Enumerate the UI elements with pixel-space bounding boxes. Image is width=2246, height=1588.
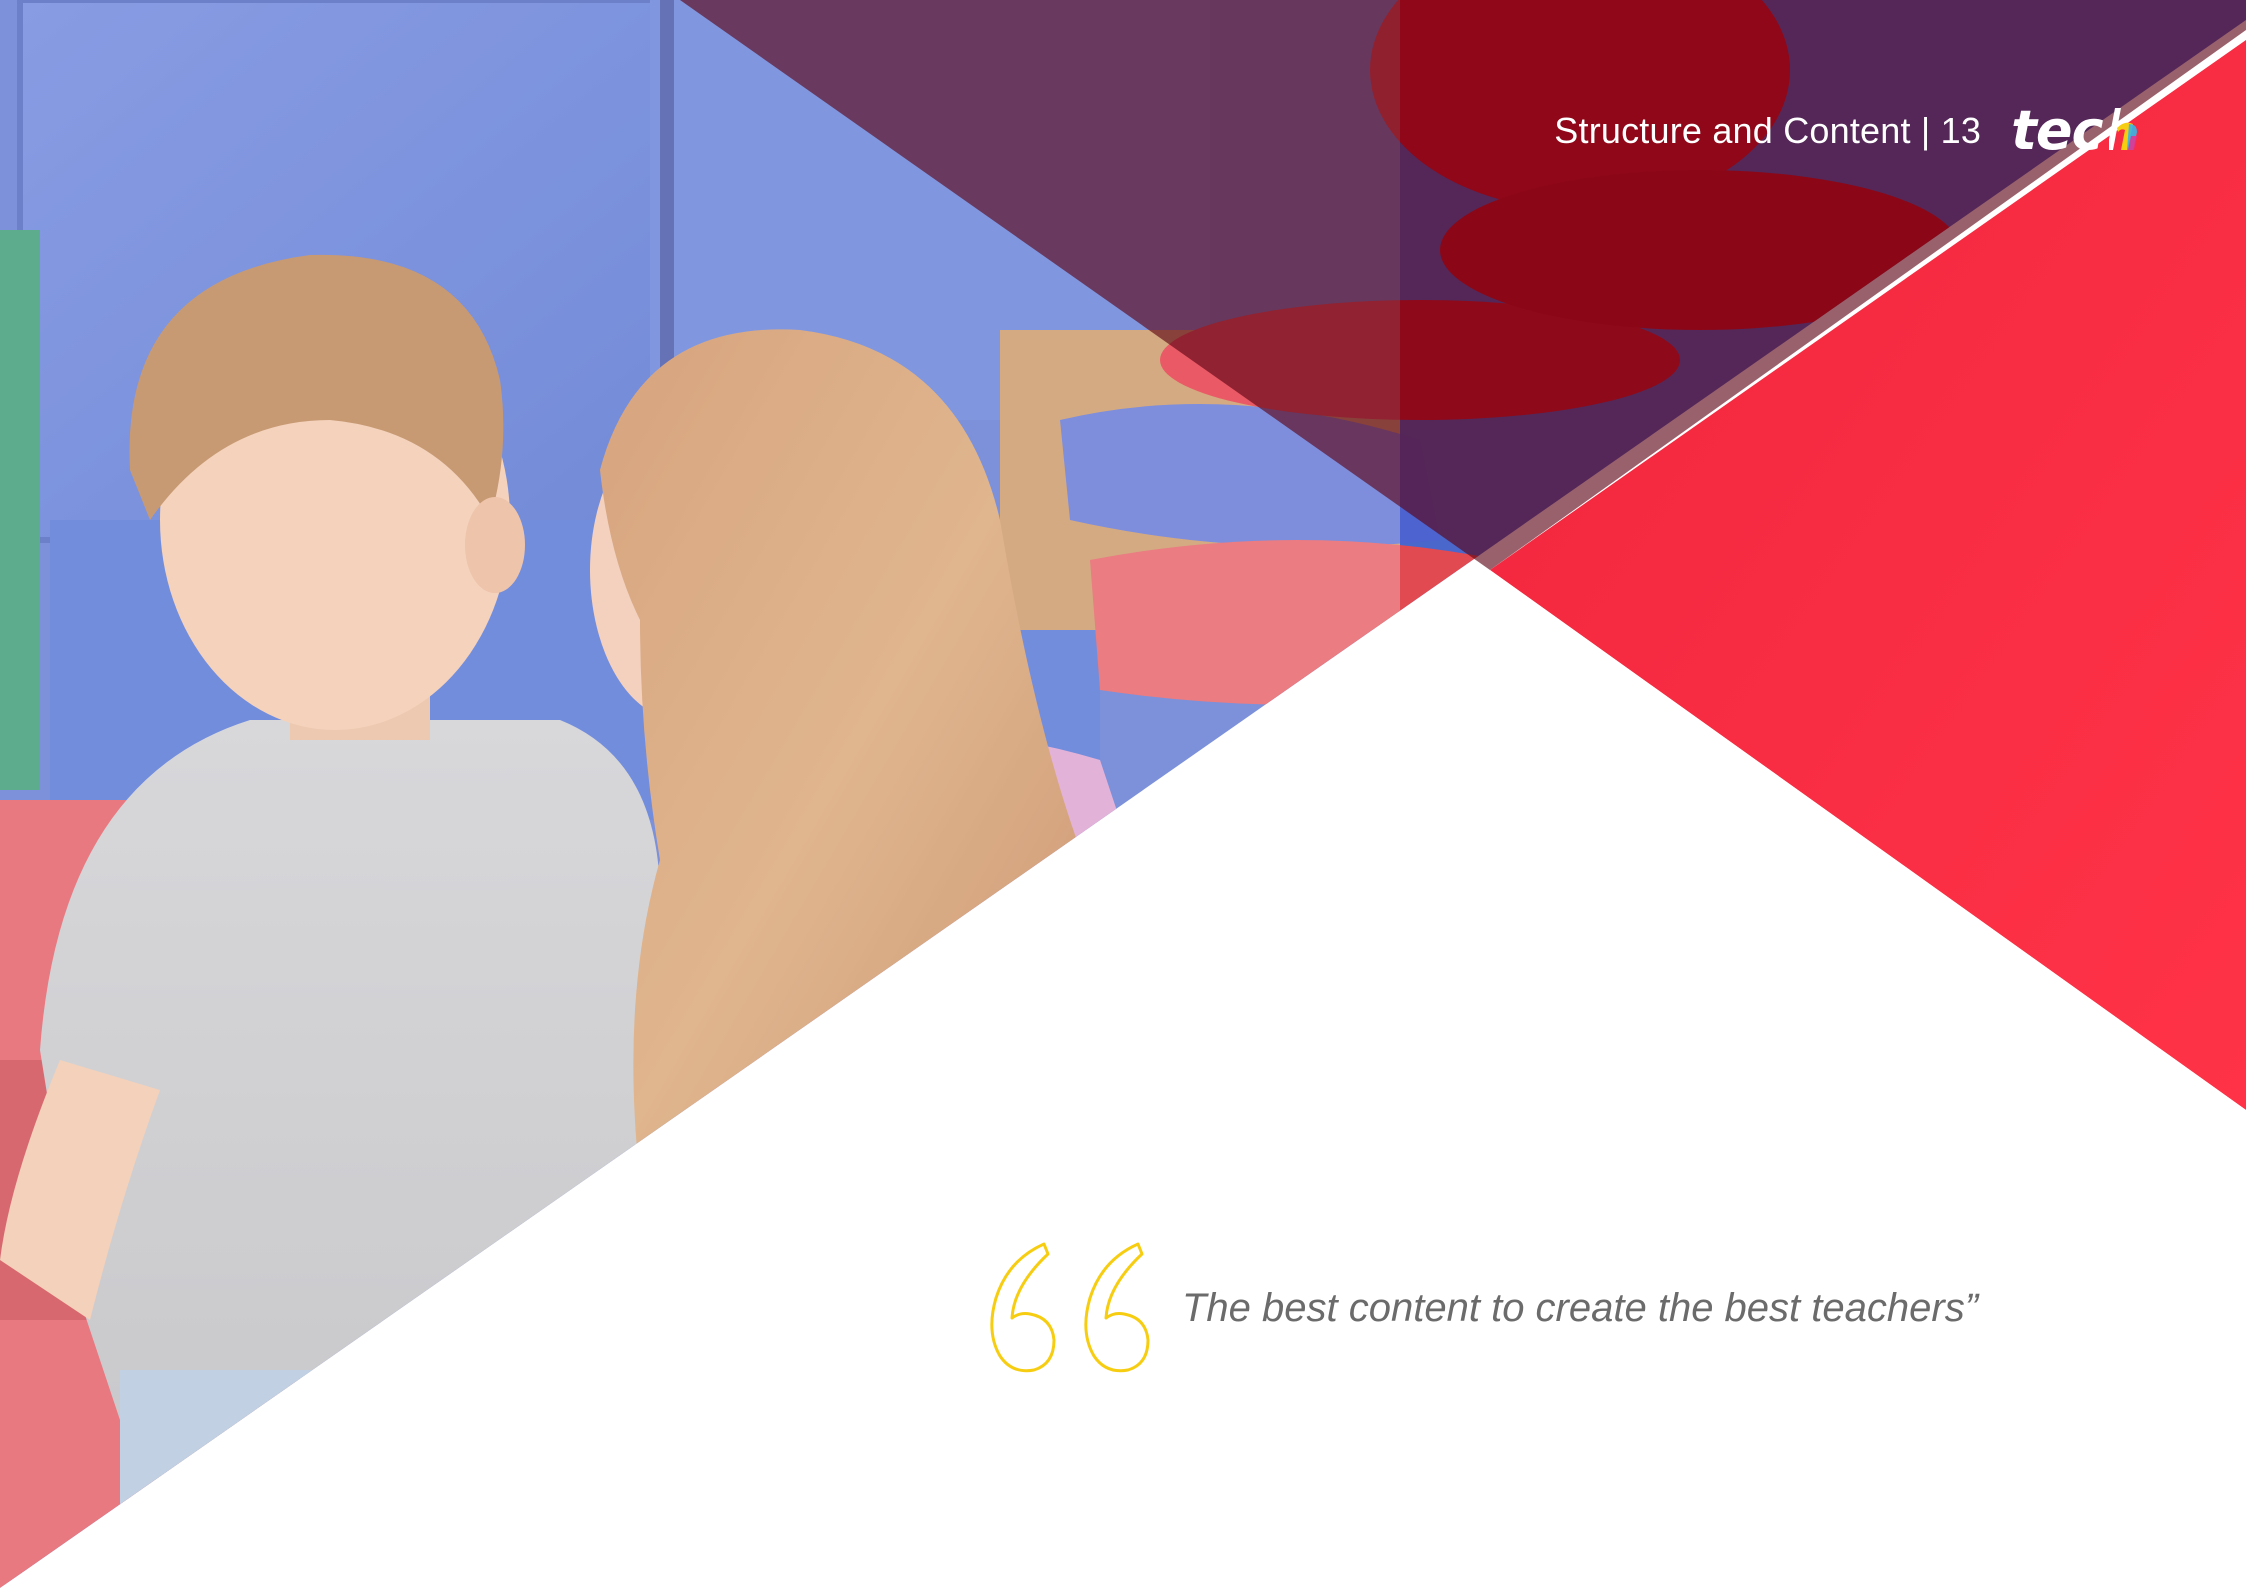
- quote-text: The best content to create the best teac…: [1182, 1285, 1979, 1330]
- brochure-page: Structure and Content | 13 tec h The bes…: [0, 0, 2246, 1588]
- logo-text: tec: [2011, 99, 2103, 162]
- logo-h-letter: h: [2103, 104, 2140, 158]
- page-header: Structure and Content | 13 tec h: [1554, 104, 2140, 158]
- section-title: Structure and Content | 13: [1554, 110, 1982, 151]
- quote-block: The best content to create the best teac…: [982, 1240, 1978, 1376]
- double-quote-outline-icon: [990, 1242, 1150, 1373]
- tech-logo-icon: tec h: [2011, 104, 2140, 158]
- logo-h-rainbow-icon: [2108, 108, 2137, 150]
